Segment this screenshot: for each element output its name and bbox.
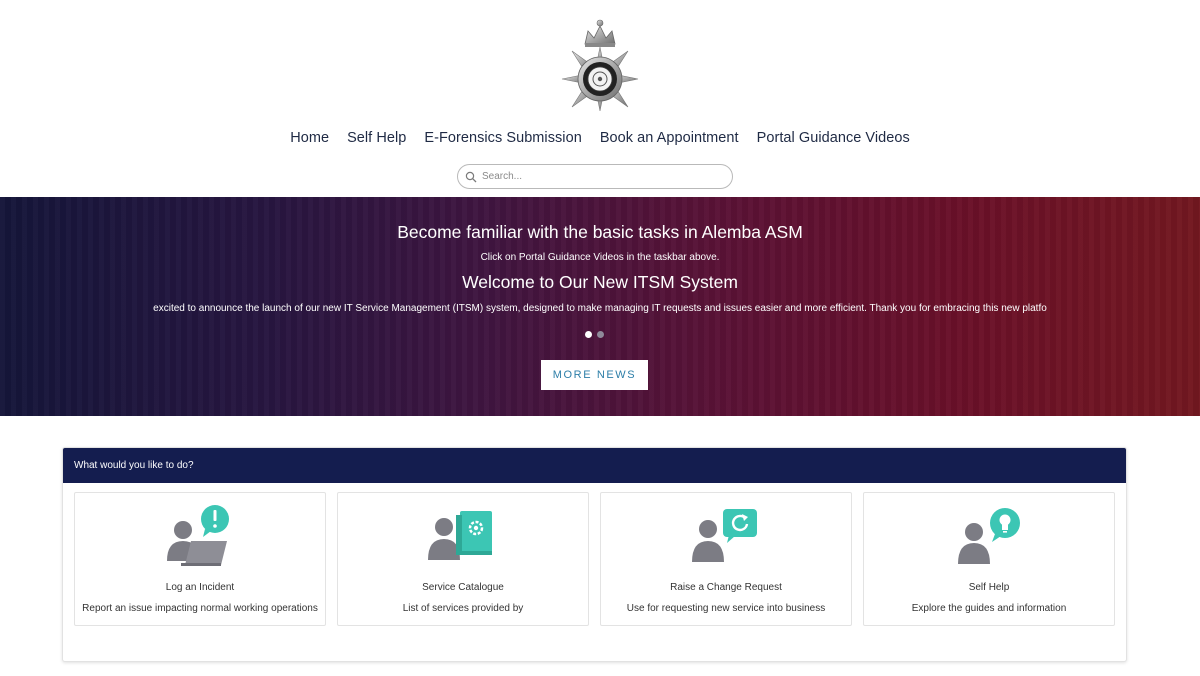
actions-panel: What would you like to do? Log an Incide… — [62, 447, 1127, 662]
incident-icon — [161, 505, 241, 575]
action-cards: Log an Incident Report an issue impactin… — [74, 492, 1115, 626]
card-title: Service Catalogue — [422, 582, 504, 593]
carousel-dots — [585, 331, 604, 338]
search-input[interactable] — [482, 171, 722, 182]
nav-e-forensics-submission[interactable]: E-Forensics Submission — [424, 130, 581, 146]
nav-book-an-appointment[interactable]: Book an Appointment — [600, 130, 739, 146]
card-title: Self Help — [968, 582, 1010, 593]
nav-home[interactable]: Home — [290, 130, 329, 146]
card-description: List of services provided by — [402, 603, 524, 614]
change-request-card[interactable]: Raise a Change Request Use for requestin… — [600, 492, 852, 626]
change-request-icon — [687, 505, 767, 575]
log-incident-card[interactable]: Log an Incident Report an issue impactin… — [74, 492, 326, 626]
search-bar[interactable] — [457, 164, 733, 189]
card-title: Raise a Change Request — [670, 582, 782, 593]
self-help-card[interactable]: Self Help Explore the guides and informa… — [863, 492, 1115, 626]
carousel-dot-1[interactable] — [585, 331, 592, 338]
service-catalogue-icon — [424, 505, 504, 575]
self-help-icon — [950, 505, 1030, 575]
news-subtext-1: Click on Portal Guidance Videos in the t… — [480, 252, 720, 263]
news-heading-1: Become familiar with the basic tasks in … — [397, 222, 803, 242]
police-crest-logo — [0, 14, 1200, 114]
nav-portal-guidance-videos[interactable]: Portal Guidance Videos — [757, 130, 910, 146]
news-heading-2: Welcome to Our New ITSM System — [462, 272, 738, 292]
card-title: Log an Incident — [165, 582, 235, 593]
nav-self-help[interactable]: Self Help — [347, 130, 406, 146]
main-nav: Home Self Help E-Forensics Submission Bo… — [0, 130, 1200, 146]
carousel-dot-2[interactable] — [597, 331, 604, 338]
news-subtext-2: excited to announce the launch of our ne… — [153, 303, 1047, 314]
card-description: Use for requesting new service into busi… — [626, 603, 826, 614]
crest-icon — [561, 19, 639, 112]
card-description: Report an issue impacting normal working… — [82, 603, 318, 614]
actions-panel-header: What would you like to do? — [63, 448, 1126, 483]
card-description: Explore the guides and information — [911, 603, 1067, 614]
news-carousel: Become familiar with the basic tasks in … — [0, 197, 1200, 416]
service-catalogue-card[interactable]: Service Catalogue List of services provi… — [337, 492, 589, 626]
search-icon — [465, 171, 477, 182]
more-news-button[interactable]: MORE NEWS — [541, 360, 648, 390]
